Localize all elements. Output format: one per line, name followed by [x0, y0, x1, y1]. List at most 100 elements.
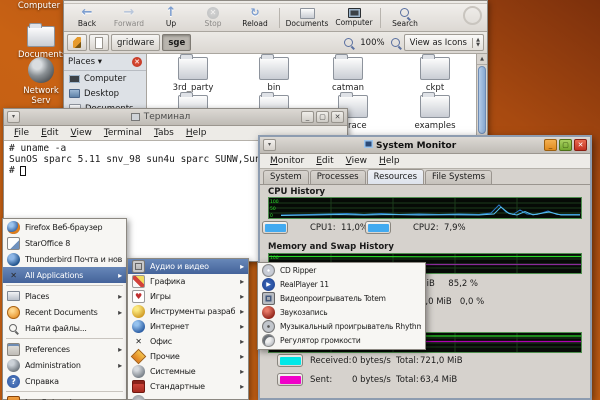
main-menu: Firefox Веб-браузер StarOffice 8 Thunder… — [2, 218, 127, 400]
view-mode-select[interactable]: View as Icons ▲▼ — [404, 34, 484, 51]
menu-item-office[interactable]: ✕Офис — [128, 334, 248, 349]
menu-item-places[interactable]: Places — [3, 288, 126, 304]
path-button-sge[interactable]: sge — [162, 34, 191, 51]
menu-view[interactable]: View — [65, 128, 98, 138]
menu-help[interactable]: Help — [180, 128, 213, 138]
menu-item-staroffice[interactable]: StarOffice 8 — [3, 235, 126, 251]
memory-history-header: Memory and Swap History — [268, 242, 394, 252]
search-button[interactable]: Search — [384, 7, 426, 28]
up-button[interactable]: ↑ Up — [150, 7, 192, 28]
maximize-button[interactable] — [316, 111, 329, 123]
menu-separator — [6, 338, 123, 339]
menu-item-firefox[interactable]: Firefox Веб-браузер — [3, 219, 126, 235]
menu-item-partial[interactable] — [128, 394, 248, 400]
desktop-icon-computer[interactable]: Computer — [10, 1, 68, 11]
sidebar-item-desktop[interactable]: Desktop — [64, 86, 146, 101]
scrollbar-thumb[interactable] — [478, 66, 486, 134]
menu-item-games[interactable]: ♥Игры — [128, 289, 248, 304]
received-rate: 0 bytes/s — [352, 356, 391, 366]
minimize-button[interactable] — [301, 111, 314, 123]
menu-item-cd-ripper[interactable]: CD Ripper — [258, 263, 425, 277]
zoom-in-icon[interactable] — [390, 37, 402, 49]
menu-item-totem[interactable]: Видеопроигрыватель Totem — [258, 291, 425, 305]
menu-item-accessories[interactable]: Стандартные — [128, 379, 248, 394]
folder-bin[interactable]: bin — [238, 57, 310, 93]
menu-item-recent-documents[interactable]: Recent Documents — [3, 304, 126, 320]
cpu1-swatch[interactable] — [262, 221, 288, 234]
documents-folder-icon — [300, 8, 315, 19]
menu-item-internet[interactable]: Интернет — [128, 319, 248, 334]
reload-button[interactable]: ↻ Reload — [234, 7, 276, 28]
desktop-icon-network[interactable]: Network Serv — [14, 57, 68, 106]
submenu-arrow-icon — [240, 307, 244, 316]
minimize-button[interactable]: _ — [544, 139, 557, 151]
documents-button[interactable]: Documents — [283, 8, 331, 28]
computer-button[interactable]: Computer — [331, 8, 377, 27]
root-path-button[interactable] — [89, 34, 109, 51]
menu-help[interactable]: Help — [373, 156, 406, 166]
menu-item-realplayer[interactable]: ▶RealPlayer 11 — [258, 277, 425, 291]
menu-terminal[interactable]: Terminal — [98, 128, 148, 138]
window-menu-icon[interactable]: ▾ — [263, 139, 276, 151]
menu-tabs[interactable]: Tabs — [148, 128, 180, 138]
menu-item-thunderbird[interactable]: Thunderbird Почта и новости — [3, 251, 126, 267]
menu-item-rhythmbox[interactable]: Музыкальный проигрыватель Rhythmbox — [258, 319, 425, 333]
places-header[interactable]: Places ▾ — [68, 57, 132, 67]
folder-catman[interactable]: catman — [312, 57, 384, 93]
menu-item-system[interactable]: Системные — [128, 364, 248, 379]
stop-icon: ✕ — [207, 7, 219, 19]
menu-item-volume-control[interactable]: Регулятор громкости — [258, 333, 425, 347]
tab-file-systems[interactable]: File Systems — [425, 170, 492, 184]
menu-item-help[interactable]: ?Справка — [3, 373, 126, 389]
received-swatch[interactable] — [277, 354, 303, 367]
window-menu-icon[interactable]: ▾ — [7, 111, 20, 123]
folder-examples[interactable]: examples — [399, 95, 471, 131]
menu-item-other[interactable]: Прочие — [128, 349, 248, 364]
menu-item-all-applications[interactable]: ✕All Applications — [3, 267, 126, 283]
tab-processes[interactable]: Processes — [310, 170, 366, 184]
received-label: Received: — [310, 356, 352, 366]
menu-monitor[interactable]: Monitor — [264, 156, 310, 166]
tab-system[interactable]: System — [263, 170, 309, 184]
menu-item-logout[interactable]: ↪Log Out root... — [3, 394, 126, 400]
menu-item-audio-video[interactable]: Аудио и видео — [128, 259, 248, 274]
sidebar-close-icon[interactable]: ✕ — [132, 57, 142, 67]
terminal-icon — [131, 113, 140, 121]
find-files-icon — [7, 322, 20, 335]
maximize-button[interactable]: ▢ — [559, 139, 572, 151]
pencil-icon — [73, 37, 81, 48]
close-button[interactable]: ✕ — [574, 139, 587, 151]
cpu2-swatch[interactable] — [365, 221, 391, 234]
received-total: 721,0 MiB — [420, 356, 463, 366]
menu-item-preferences[interactable]: Preferences — [3, 341, 126, 357]
help-icon: ? — [7, 375, 20, 388]
menu-edit[interactable]: Edit — [310, 156, 339, 166]
desktop-icon-network-label: Network Serv — [23, 86, 59, 106]
close-button[interactable] — [331, 111, 344, 123]
submenu-arrow-icon — [240, 292, 244, 301]
menu-item-graphics[interactable]: Графика — [128, 274, 248, 289]
folder-ckpt[interactable]: ckpt — [399, 57, 471, 93]
menu-item-sound-recorder[interactable]: Звукозапись — [258, 305, 425, 319]
stop-button[interactable]: ✕ Stop — [192, 7, 234, 28]
folder-3rd_party[interactable]: 3rd_party — [157, 57, 229, 93]
submenu-arrow-icon — [240, 322, 244, 331]
menu-view[interactable]: View — [340, 156, 373, 166]
scroll-up-icon[interactable]: ▲ — [477, 54, 487, 65]
forward-button[interactable]: → Forward — [108, 7, 150, 28]
edit-location-button[interactable] — [67, 34, 87, 51]
menu-edit[interactable]: Edit — [35, 128, 64, 138]
back-button[interactable]: ← Back — [66, 7, 108, 28]
sent-swatch[interactable] — [277, 373, 303, 386]
throbber-icon — [463, 6, 482, 25]
path-button-gridware[interactable]: gridware — [111, 34, 160, 51]
zoom-out-icon[interactable] — [343, 37, 355, 49]
submenu-arrow-icon — [240, 262, 244, 271]
menu-item-find-files[interactable]: Найти файлы... — [3, 320, 126, 336]
menu-item-administration[interactable]: Administration — [3, 357, 126, 373]
menu-item-development[interactable]: Инструменты разработки — [128, 304, 248, 319]
tab-resources[interactable]: Resources — [367, 169, 424, 184]
menu-file[interactable]: File — [8, 128, 35, 138]
desktop-icon-documents[interactable]: Documents — [18, 26, 64, 60]
sidebar-item-computer[interactable]: Computer — [64, 71, 146, 86]
